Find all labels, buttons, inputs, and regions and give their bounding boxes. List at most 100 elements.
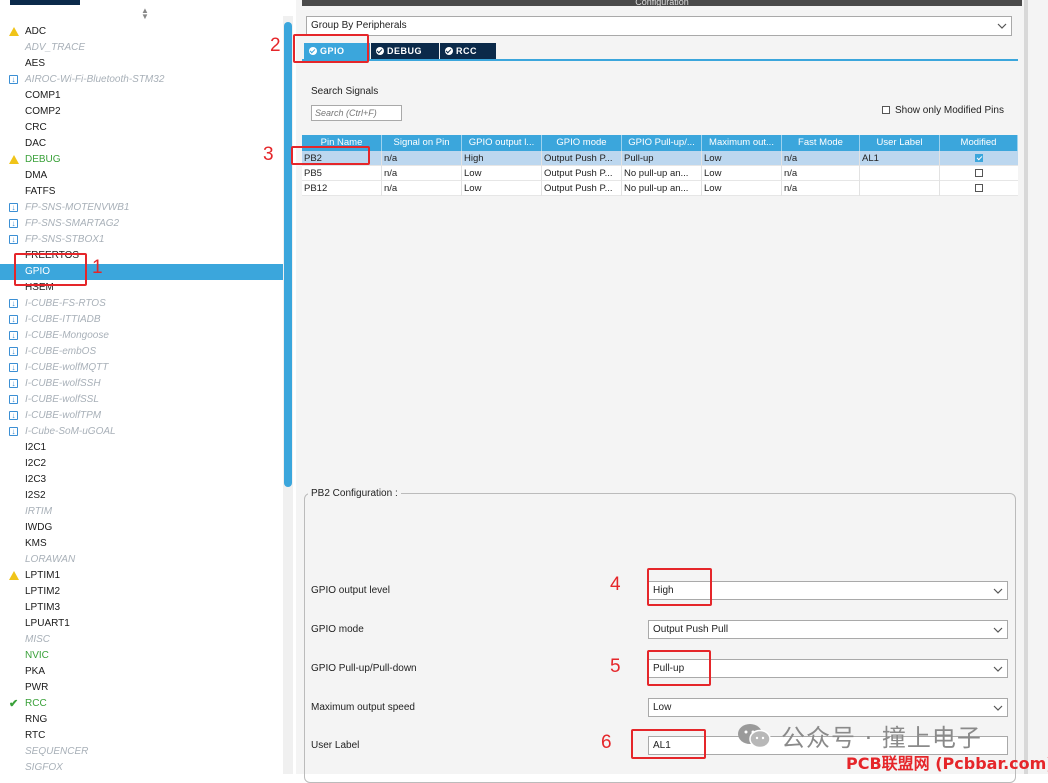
table-row[interactable]: PB2 n/a High Output Push P... Pull-up Low n/a A…: [302, 151, 1018, 166]
sidebar-item-label: IWDG: [25, 522, 53, 533]
sidebar-item[interactable]: CRC: [0, 120, 286, 136]
table-cell: [860, 181, 940, 196]
table-row[interactable]: PB12 n/a Low Output Push P... No pull-up an.…: [302, 181, 1018, 196]
peripheral-sidebar: ▲ ▼ ADC ADV_TRACE AES ↓ AIROC-Wi-Fi-Bluetooth…: [0, 0, 296, 774]
modified-checkbox[interactable]: [975, 154, 983, 162]
sidebar-item-label: I-CUBE-Mongoose: [25, 330, 109, 341]
sort-arrows-icon[interactable]: ▲ ▼: [139, 7, 151, 22]
sidebar-item[interactable]: I2C2: [0, 456, 286, 472]
sidebar-item[interactable]: ADV_TRACE: [0, 40, 286, 56]
sidebar-item[interactable]: ↓ I-CUBE-wolfSSL: [0, 392, 286, 408]
column-header[interactable]: GPIO Pull-up/...: [622, 135, 702, 151]
sidebar-scrollbar-thumb[interactable]: [284, 22, 292, 487]
modified-checkbox[interactable]: [975, 169, 983, 177]
sidebar-item[interactable]: I2C1: [0, 440, 286, 456]
sidebar-item[interactable]: LPTIM1: [0, 568, 286, 584]
table-cell: No pull-up an...: [622, 181, 702, 196]
sidebar-item-label: SEQUENCER: [25, 746, 89, 757]
sidebar-item[interactable]: NVIC: [0, 648, 286, 664]
table-row[interactable]: PB5 n/a Low Output Push P... No pull-up an..…: [302, 166, 1018, 181]
table-cell: Low: [462, 166, 542, 181]
sidebar-item[interactable]: PWR: [0, 680, 286, 696]
sidebar-item[interactable]: ↓ I-CUBE-wolfSSH: [0, 376, 286, 392]
sidebar-item[interactable]: IWDG: [0, 520, 286, 536]
chevron-down-icon: [993, 699, 1003, 716]
sidebar-tab-inactive[interactable]: [80, 0, 123, 5]
sidebar-item[interactable]: SEQUENCER: [0, 744, 286, 760]
sidebar-item-label: CRC: [25, 122, 47, 133]
table-cell: Output Push P...: [542, 151, 622, 166]
search-input[interactable]: [311, 105, 402, 121]
sidebar-item[interactable]: RTC: [0, 728, 286, 744]
sidebar-item[interactable]: I2S2: [0, 488, 286, 504]
sidebar-item[interactable]: ↓ FP-SNS-MOTENVWB1: [0, 200, 286, 216]
group-by-select[interactable]: Group By Peripherals: [306, 16, 1012, 36]
sidebar-item[interactable]: FATFS: [0, 184, 286, 200]
sidebar-item[interactable]: ↓ FP-SNS-SMARTAG2: [0, 216, 286, 232]
sidebar-item[interactable]: LPTIM3: [0, 600, 286, 616]
wechat-icon: [738, 724, 771, 749]
annotation-number-5: 5: [610, 656, 621, 677]
column-header[interactable]: GPIO output l...: [462, 135, 542, 151]
gpio-mode-select[interactable]: Output Push Pull: [648, 620, 1008, 639]
column-header[interactable]: Maximum out...: [702, 135, 782, 151]
sidebar-item[interactable]: PKA: [0, 664, 286, 680]
sidebar-item[interactable]: LPUART1: [0, 616, 286, 632]
sidebar-item[interactable]: ↓ I-CUBE-FS-RTOS: [0, 296, 286, 312]
sidebar-item[interactable]: KMS: [0, 536, 286, 552]
warning-icon: [9, 27, 19, 36]
speed-select[interactable]: Low: [648, 698, 1008, 717]
tab-rcc[interactable]: RCC: [440, 43, 496, 59]
annotation-box-1: [14, 253, 87, 286]
table-cell: Low: [702, 151, 782, 166]
column-header[interactable]: Modified: [940, 135, 1018, 151]
sidebar-item[interactable]: ↓ I-Cube-SoM-uGOAL: [0, 424, 286, 440]
sidebar-item[interactable]: DEBUG: [0, 152, 286, 168]
show-modified-checkbox[interactable]: [882, 106, 890, 115]
group-by-value: Group By Peripherals: [311, 20, 407, 31]
annotation-number-4: 4: [610, 574, 621, 595]
watermark-text: 公众号 · 撞上电子: [781, 724, 982, 752]
sidebar-item-label: LORAWAN: [25, 554, 76, 565]
sidebar-item-label: MISC: [25, 634, 50, 645]
sidebar-item[interactable]: ↓ FP-SNS-STBOX1: [0, 232, 286, 248]
sidebar-item[interactable]: IRTIM: [0, 504, 286, 520]
tab-debug[interactable]: DEBUG: [371, 43, 439, 59]
sidebar-item-label: LPUART1: [25, 618, 70, 629]
sidebar-item[interactable]: ↓ I-CUBE-ITTIADB: [0, 312, 286, 328]
sidebar-item[interactable]: AES: [0, 56, 286, 72]
sidebar-item[interactable]: ↓ I-CUBE-embOS: [0, 344, 286, 360]
sidebar-item[interactable]: RNG: [0, 712, 286, 728]
column-header[interactable]: User Label: [860, 135, 940, 151]
column-header[interactable]: Fast Mode: [782, 135, 860, 151]
sidebar-item[interactable]: MISC: [0, 632, 286, 648]
sidebar-item[interactable]: ↓ I-CUBE-wolfTPM: [0, 408, 286, 424]
column-header[interactable]: Signal on Pin: [382, 135, 462, 151]
sidebar-item[interactable]: ↓ I-CUBE-wolfMQTT: [0, 360, 286, 376]
sidebar-item[interactable]: COMP2: [0, 104, 286, 120]
column-header[interactable]: GPIO mode: [542, 135, 622, 151]
software-pack-icon: ↓: [9, 347, 18, 356]
sidebar-item[interactable]: ✔ RCC: [0, 696, 286, 712]
annotation-number-1: 1: [92, 257, 103, 278]
sidebar-item-label: I2C2: [25, 458, 47, 469]
panel-divider[interactable]: [1024, 0, 1028, 774]
pb2-config-title: PB2 Configuration :: [308, 488, 401, 499]
software-pack-icon: ↓: [9, 235, 18, 244]
sidebar-item-label: FATFS: [25, 186, 56, 197]
sidebar-item[interactable]: DAC: [0, 136, 286, 152]
sidebar-item[interactable]: ↓ I-CUBE-Mongoose: [0, 328, 286, 344]
sidebar-item[interactable]: DMA: [0, 168, 286, 184]
modified-checkbox[interactable]: [975, 184, 983, 192]
software-pack-icon: ↓: [9, 299, 18, 308]
sidebar-item[interactable]: LPTIM2: [0, 584, 286, 600]
sidebar-item[interactable]: I2C3: [0, 472, 286, 488]
sidebar-item[interactable]: ↓ AIROC-Wi-Fi-Bluetooth-STM32: [0, 72, 286, 88]
tab-underline: [302, 59, 1018, 61]
sidebar-item[interactable]: ADC: [0, 24, 286, 40]
sidebar-item[interactable]: COMP1: [0, 88, 286, 104]
show-modified-toggle[interactable]: Show only Modified Pins: [882, 105, 1004, 116]
sidebar-item[interactable]: LORAWAN: [0, 552, 286, 568]
annotation-number-3: 3: [263, 144, 274, 165]
chevron-down-icon: [993, 660, 1003, 677]
